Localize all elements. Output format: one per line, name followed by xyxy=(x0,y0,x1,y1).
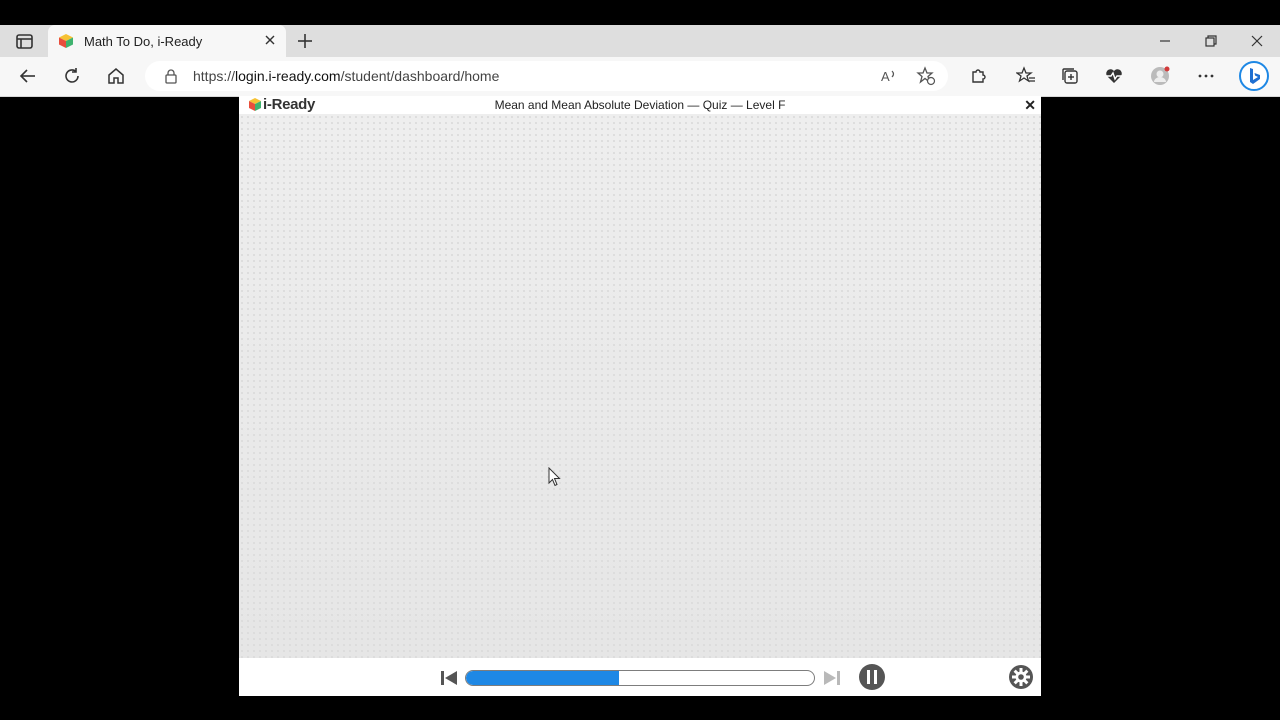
minimize-icon[interactable] xyxy=(1155,31,1175,51)
browser-essentials-icon[interactable] xyxy=(1104,66,1124,86)
add-favorite-icon[interactable] xyxy=(916,66,936,86)
close-lesson-button[interactable]: ✕ xyxy=(1024,96,1036,114)
iready-favicon-icon xyxy=(59,34,73,48)
new-tab-icon[interactable] xyxy=(296,32,314,50)
collections-icon[interactable] xyxy=(1060,66,1080,86)
url-host: login.i-ready.com xyxy=(235,68,341,84)
more-menu-icon[interactable] xyxy=(1196,66,1216,86)
pause-icon[interactable] xyxy=(859,664,885,690)
lock-icon[interactable] xyxy=(163,68,179,84)
tab-title: Math To Do, i-Ready xyxy=(84,34,203,49)
refresh-icon[interactable] xyxy=(62,66,82,86)
quiz-title: Mean and Mean Absolute Deviation — Quiz … xyxy=(494,98,786,112)
read-aloud-icon[interactable]: A xyxy=(879,66,899,86)
url-path: /student/dashboard/home xyxy=(340,68,500,84)
tab-bar: Math To Do, i-Ready xyxy=(0,25,1280,57)
tab-close-icon[interactable] xyxy=(262,32,278,48)
home-icon[interactable] xyxy=(106,66,126,86)
tab-actions-icon[interactable] xyxy=(10,31,38,53)
player-controls xyxy=(239,658,1041,696)
restore-icon[interactable] xyxy=(1201,31,1221,51)
extensions-icon[interactable] xyxy=(968,66,988,86)
close-window-icon[interactable] xyxy=(1247,31,1267,51)
browser-window: Math To Do, i-Ready https://login.i-read… xyxy=(0,25,1280,97)
browser-toolbar: https://login.i-ready.com/student/dashbo… xyxy=(0,57,1280,97)
tab-iready[interactable]: Math To Do, i-Ready xyxy=(48,25,286,57)
iready-lesson-frame: i-Ready Mean and Mean Absolute Deviation… xyxy=(239,96,1041,696)
lesson-stage[interactable] xyxy=(239,114,1041,658)
bing-chat-icon[interactable] xyxy=(1238,60,1270,92)
profile-avatar-icon[interactable] xyxy=(1150,66,1170,86)
lesson-header: i-Ready Mean and Mean Absolute Deviation… xyxy=(239,96,1041,114)
address-bar[interactable]: https://login.i-ready.com/student/dashbo… xyxy=(145,61,948,91)
progress-bar[interactable] xyxy=(465,670,815,686)
svg-text:A: A xyxy=(881,69,890,84)
favorites-icon[interactable] xyxy=(1016,66,1036,86)
skip-back-icon[interactable] xyxy=(439,669,459,687)
mouse-cursor-icon xyxy=(548,467,561,487)
url-text[interactable]: https://login.i-ready.com/student/dashbo… xyxy=(193,68,499,84)
skip-forward-icon xyxy=(824,671,840,685)
progress-fill xyxy=(466,671,620,685)
back-icon[interactable] xyxy=(18,66,38,86)
url-scheme: https:// xyxy=(193,68,236,84)
settings-gear-icon[interactable] xyxy=(1008,664,1034,690)
